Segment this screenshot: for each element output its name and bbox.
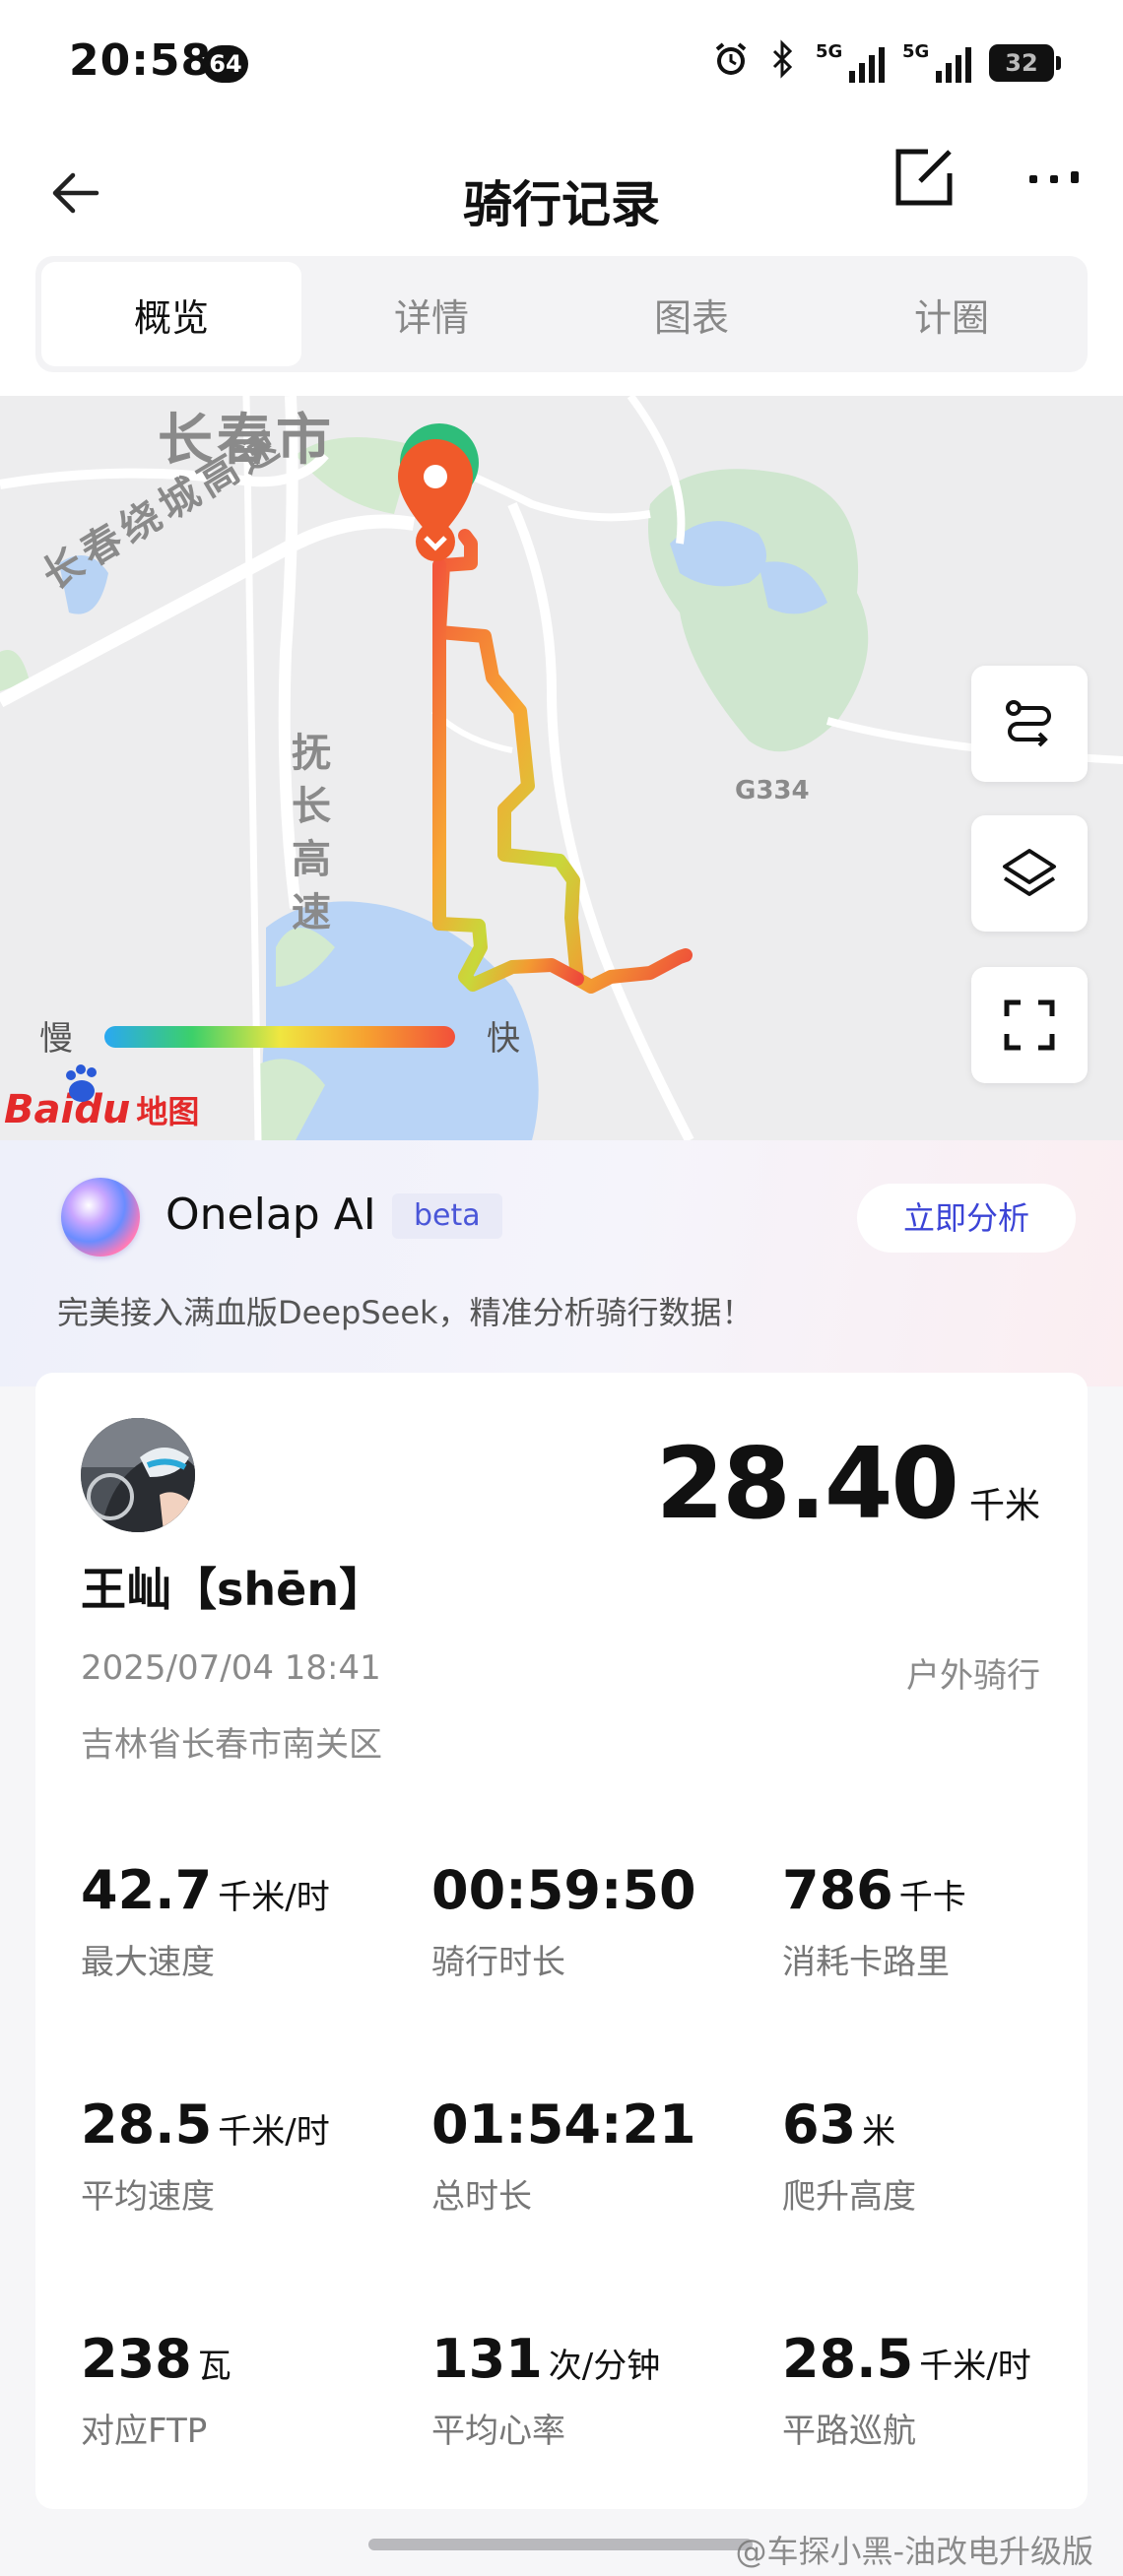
ride-datetime: 2025/07/04 18:41	[81, 1648, 381, 1688]
stat-ftp: 238 瓦 对应FTP	[81, 2328, 231, 2451]
battery-icon: 32	[989, 44, 1061, 82]
route-map[interactable]: 长春市 长春绕城高速 抚长高速 G334 慢 快 Baidu 地图	[0, 396, 1123, 1140]
map-label-highway: 抚长高速	[292, 731, 331, 935]
route-replay-button[interactable]	[971, 666, 1088, 782]
edit-icon	[895, 149, 953, 206]
map-layers-button[interactable]	[971, 815, 1088, 932]
distance-unit: 千米	[968, 1486, 1040, 1526]
map-label-g334: G334	[735, 776, 810, 805]
onelap-ai-logo	[61, 1178, 140, 1256]
cellular-signal-icon: 5G	[816, 41, 885, 83]
speed-legend-fast: 快	[487, 1019, 520, 1059]
avatar-photo	[81, 1418, 195, 1532]
analyze-now-button[interactable]: 立即分析	[857, 1184, 1076, 1253]
notification-count-badge: 64	[203, 45, 248, 83]
status-time: 20:58	[69, 35, 213, 86]
avatar[interactable]	[81, 1418, 195, 1532]
route-icon	[1006, 700, 1051, 747]
beta-badge: beta	[392, 1193, 502, 1239]
home-indicator[interactable]	[368, 2539, 753, 2550]
paw-icon	[66, 1064, 98, 1102]
stat-ride-duration: 00:59:50 骑行时长	[431, 1859, 696, 1982]
watermark: @车探小黑-油改电升级版	[735, 2533, 1093, 2570]
stat-max-speed: 42.7 千米/时 最大速度	[81, 1859, 330, 1982]
status-icons: 5G 5G 32	[711, 35, 1061, 91]
ai-title: Onelap AI	[165, 1190, 376, 1240]
stat-calories: 786 千卡 消耗卡路里	[782, 1859, 966, 1982]
stat-flat-cruise: 28.5 千米/时 平路巡航	[782, 2328, 1031, 2451]
distance-value: 28.40	[655, 1426, 959, 1541]
alarm-icon	[711, 39, 751, 87]
fullscreen-icon	[1004, 999, 1055, 1051]
speed-legend-gradient	[104, 1026, 455, 1048]
tab-charts[interactable]: 图表	[562, 262, 822, 366]
cellular-signal-icon-2: 5G	[902, 41, 971, 83]
more-icon	[1029, 171, 1079, 183]
more-options-button[interactable]	[1015, 138, 1093, 217]
edit-button[interactable]	[885, 138, 963, 217]
stat-average-speed: 28.5 千米/时 平均速度	[81, 2093, 330, 2217]
tab-bar-container: 概览 详情 图表 计圈	[0, 256, 1123, 396]
layers-icon	[1003, 849, 1056, 896]
status-bar: 20:58 64 5G 5G 32	[0, 0, 1123, 128]
stat-total-duration: 01:54:21 总时长	[431, 2093, 696, 2217]
ride-distance: 28.40 千米	[656, 1426, 1040, 1541]
fullscreen-button[interactable]	[971, 967, 1088, 1083]
ride-summary-card: 28.40 千米 王屾【shēn】 2025/07/04 18:41 户外骑行 …	[35, 1373, 1088, 2509]
speed-legend-slow: 慢	[39, 1019, 73, 1059]
ai-analysis-banner: Onelap AI beta 立即分析 完美接入满血版DeepSeek，精准分析…	[0, 1140, 1123, 1386]
tab-details[interactable]: 详情	[301, 262, 562, 366]
tab-bar: 概览 详情 图表 计圈	[35, 256, 1088, 372]
ride-type: 户外骑行	[906, 1656, 1040, 1696]
tab-overview[interactable]: 概览	[41, 262, 301, 366]
app-header: 骑行记录	[0, 128, 1123, 256]
tab-laps[interactable]: 计圈	[822, 262, 1082, 366]
stat-elevation-gain: 63 米 爬升高度	[782, 2093, 916, 2217]
ai-description: 完美接入满血版DeepSeek，精准分析骑行数据！	[57, 1294, 754, 1331]
rider-name: 王屾【shēn】	[81, 1563, 385, 1616]
bluetooth-icon	[768, 39, 798, 87]
ride-location: 吉林省长春市南关区	[81, 1725, 382, 1765]
baidu-map-logo: Baidu 地图	[4, 1064, 199, 1134]
stat-average-heart-rate: 131 次/分钟 平均心率	[431, 2328, 661, 2451]
